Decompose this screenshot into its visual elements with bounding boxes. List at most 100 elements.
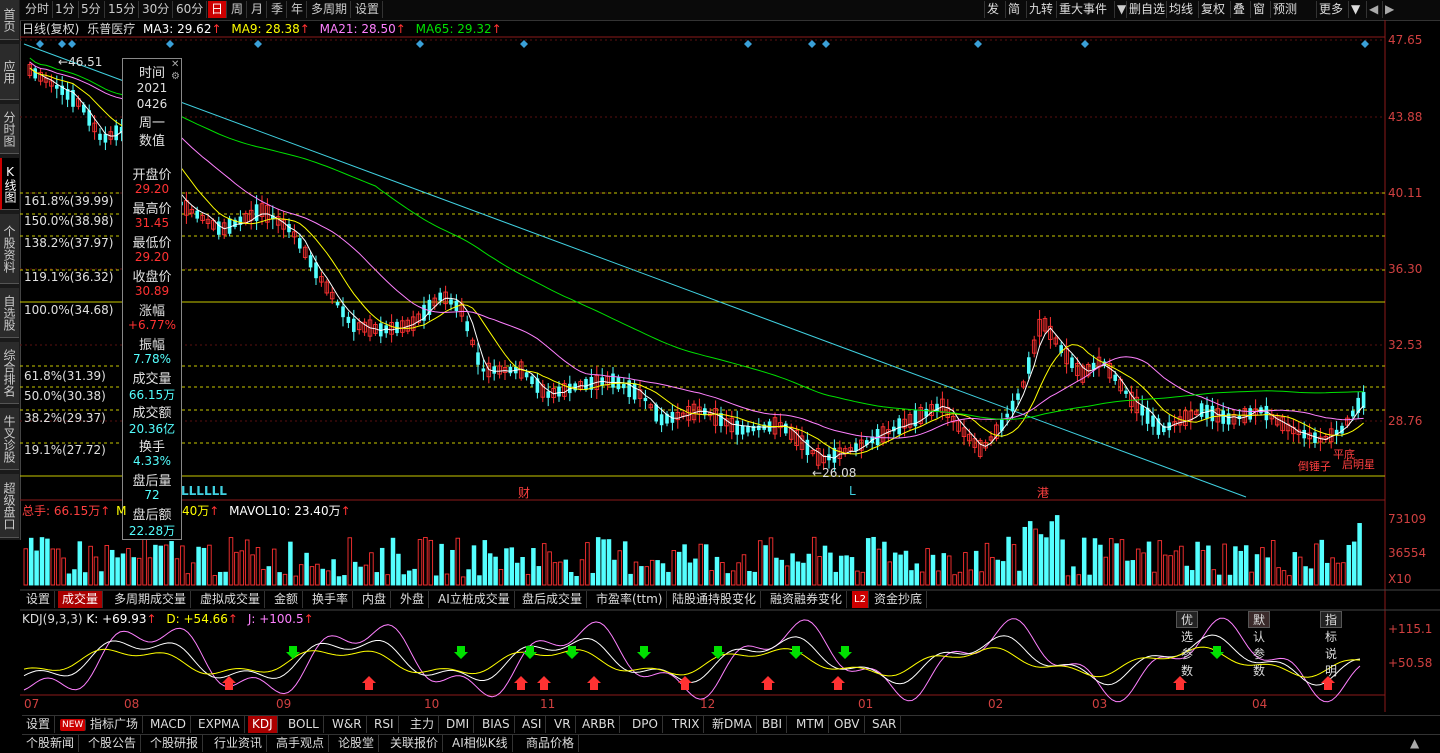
- tab-hk-connect[interactable]: 陆股通持股变化: [668, 591, 762, 608]
- low-price-label: ←26.08: [812, 466, 857, 480]
- tab-multi-volume[interactable]: 多周期成交量: [110, 591, 192, 608]
- ind-sar[interactable]: SAR: [868, 716, 902, 733]
- candle-body: [1010, 400, 1015, 412]
- volume-bar: [455, 537, 461, 586]
- volume-bar: [1254, 554, 1260, 586]
- ind-new-dma[interactable]: 新DMA: [708, 716, 757, 733]
- volume-bar: [865, 538, 871, 586]
- volume-bar: [860, 571, 866, 586]
- tab-after-hours-volume[interactable]: 盘后成交量: [518, 591, 588, 608]
- ind-kdj[interactable]: KDJ: [248, 716, 278, 733]
- volume-bar: [914, 563, 920, 586]
- volume-bar: [1216, 574, 1222, 586]
- event-l[interactable]: L: [849, 484, 856, 498]
- ma-line: [29, 57, 1364, 420]
- volume-bar: [115, 557, 120, 586]
- event-hk[interactable]: 港: [1037, 484, 1049, 501]
- tab-commodities[interactable]: 商品价格: [522, 735, 580, 752]
- candle-body: [341, 306, 345, 318]
- volume-info-bar: 总手: 66.15万↑ M: [22, 504, 127, 518]
- tab-announcements[interactable]: 个股公告: [84, 735, 142, 752]
- ind-expma[interactable]: EXPMA: [194, 716, 245, 733]
- tab-virtual-volume[interactable]: 虚拟成交量: [196, 591, 266, 608]
- arrow-up-icon: ↑: [227, 612, 238, 626]
- ind-wr[interactable]: W&R: [328, 716, 367, 733]
- fib-level-label: 138.2%(37.97): [24, 236, 114, 250]
- date-axis: 07 08 09 10 11 12 01 02 03 04: [0, 697, 1385, 711]
- tab-ai-volume[interactable]: AI立桩成交量: [434, 591, 515, 608]
- volume-bar: [817, 556, 822, 586]
- expand-up-icon[interactable]: ▲: [1410, 736, 1419, 750]
- volume-bar: [363, 564, 369, 586]
- ind-rsi[interactable]: RSI: [370, 716, 399, 733]
- ind-main-force[interactable]: 主力: [406, 716, 440, 733]
- tab-inner[interactable]: 内盘: [358, 591, 392, 608]
- volume-bar: [984, 542, 990, 586]
- btn-indicator-help[interactable]: 指标说明: [1320, 611, 1343, 678]
- volume-bar: [579, 559, 585, 586]
- ind-macd[interactable]: MACD: [146, 716, 191, 733]
- tab-ai-similar[interactable]: AI相似K线: [448, 735, 513, 752]
- tab-industry-news[interactable]: 行业资讯: [210, 735, 268, 752]
- candle-body: [854, 443, 858, 451]
- ind-obv[interactable]: OBV: [830, 716, 865, 733]
- volume-bar: [736, 562, 741, 586]
- btn-optimal-params[interactable]: 优选参数: [1176, 611, 1199, 678]
- volume-bar: [687, 562, 693, 586]
- sell-arrow: [637, 646, 651, 659]
- ind-boll[interactable]: BOLL: [284, 716, 324, 733]
- volume-bar: [595, 537, 601, 586]
- btn-indicator-square[interactable]: 指标广场: [86, 716, 144, 733]
- tab-forum[interactable]: 论股堂: [334, 735, 380, 752]
- tab-outer[interactable]: 外盘: [396, 591, 430, 608]
- tab-pe[interactable]: 市盈率(ttm): [592, 591, 668, 608]
- arrow-up-icon: ↑: [303, 612, 314, 626]
- ind-dpo[interactable]: DPO: [628, 716, 663, 733]
- volume-bar: [790, 553, 795, 586]
- arrow-up-icon: ↑: [209, 504, 220, 518]
- event-diamond: [974, 40, 982, 48]
- tab-fund-bottom[interactable]: 资金抄底: [870, 591, 928, 608]
- ind-dmi[interactable]: DMI: [442, 716, 475, 733]
- ind-mtm[interactable]: MTM: [792, 716, 830, 733]
- kline-chart[interactable]: [0, 0, 1440, 752]
- candle-body: [55, 85, 59, 89]
- tab-related-quotes[interactable]: 关联报价: [386, 735, 444, 752]
- volume-bar: [309, 566, 315, 586]
- ind-vr[interactable]: VR: [550, 716, 576, 733]
- btn-indicator-settings[interactable]: 设置: [22, 716, 56, 733]
- ind-trix[interactable]: TRIX: [668, 716, 705, 733]
- volume-bar: [131, 557, 137, 586]
- volume-bar: [1033, 528, 1038, 586]
- tab-expert-views[interactable]: 高手观点: [272, 735, 330, 752]
- volume-bar: [763, 545, 768, 586]
- volume-bar: [342, 575, 347, 586]
- tab-vol-settings[interactable]: 设置: [22, 591, 56, 608]
- ind-arbr[interactable]: ARBR: [578, 716, 621, 733]
- price-gridlines: [20, 39, 1385, 422]
- ind-asi[interactable]: ASI: [518, 716, 547, 733]
- volume-bar: [693, 558, 698, 586]
- event-finance[interactable]: 财: [518, 484, 530, 501]
- volume-bar: [574, 575, 579, 586]
- tab-amount[interactable]: 金额: [270, 591, 304, 608]
- tab-margin[interactable]: 融资融券变化: [766, 591, 848, 608]
- volume-bar: [223, 571, 228, 586]
- tab-research[interactable]: 个股研报: [146, 735, 204, 752]
- volume-bar: [1287, 575, 1292, 586]
- ind-bias[interactable]: BIAS: [478, 716, 515, 733]
- tab-stock-news[interactable]: 个股新闻: [22, 735, 80, 752]
- tab-volume[interactable]: 成交量: [58, 591, 104, 608]
- kdj-tick: +50.58: [1388, 656, 1433, 670]
- candle-body: [1199, 403, 1204, 417]
- ind-bbi[interactable]: BBI: [758, 716, 788, 733]
- low-price-value: 26.08: [822, 466, 857, 480]
- price-tick: 32.53: [1388, 338, 1423, 352]
- tab-turnover[interactable]: 换手率: [308, 591, 354, 608]
- tt-value: 20.36亿: [128, 422, 176, 436]
- volume-bars: [23, 515, 1362, 586]
- volume-bar: [968, 569, 974, 586]
- volume-bar: [212, 575, 218, 586]
- volume-bar: [1081, 537, 1087, 586]
- btn-default-params[interactable]: 默认参数: [1248, 611, 1271, 678]
